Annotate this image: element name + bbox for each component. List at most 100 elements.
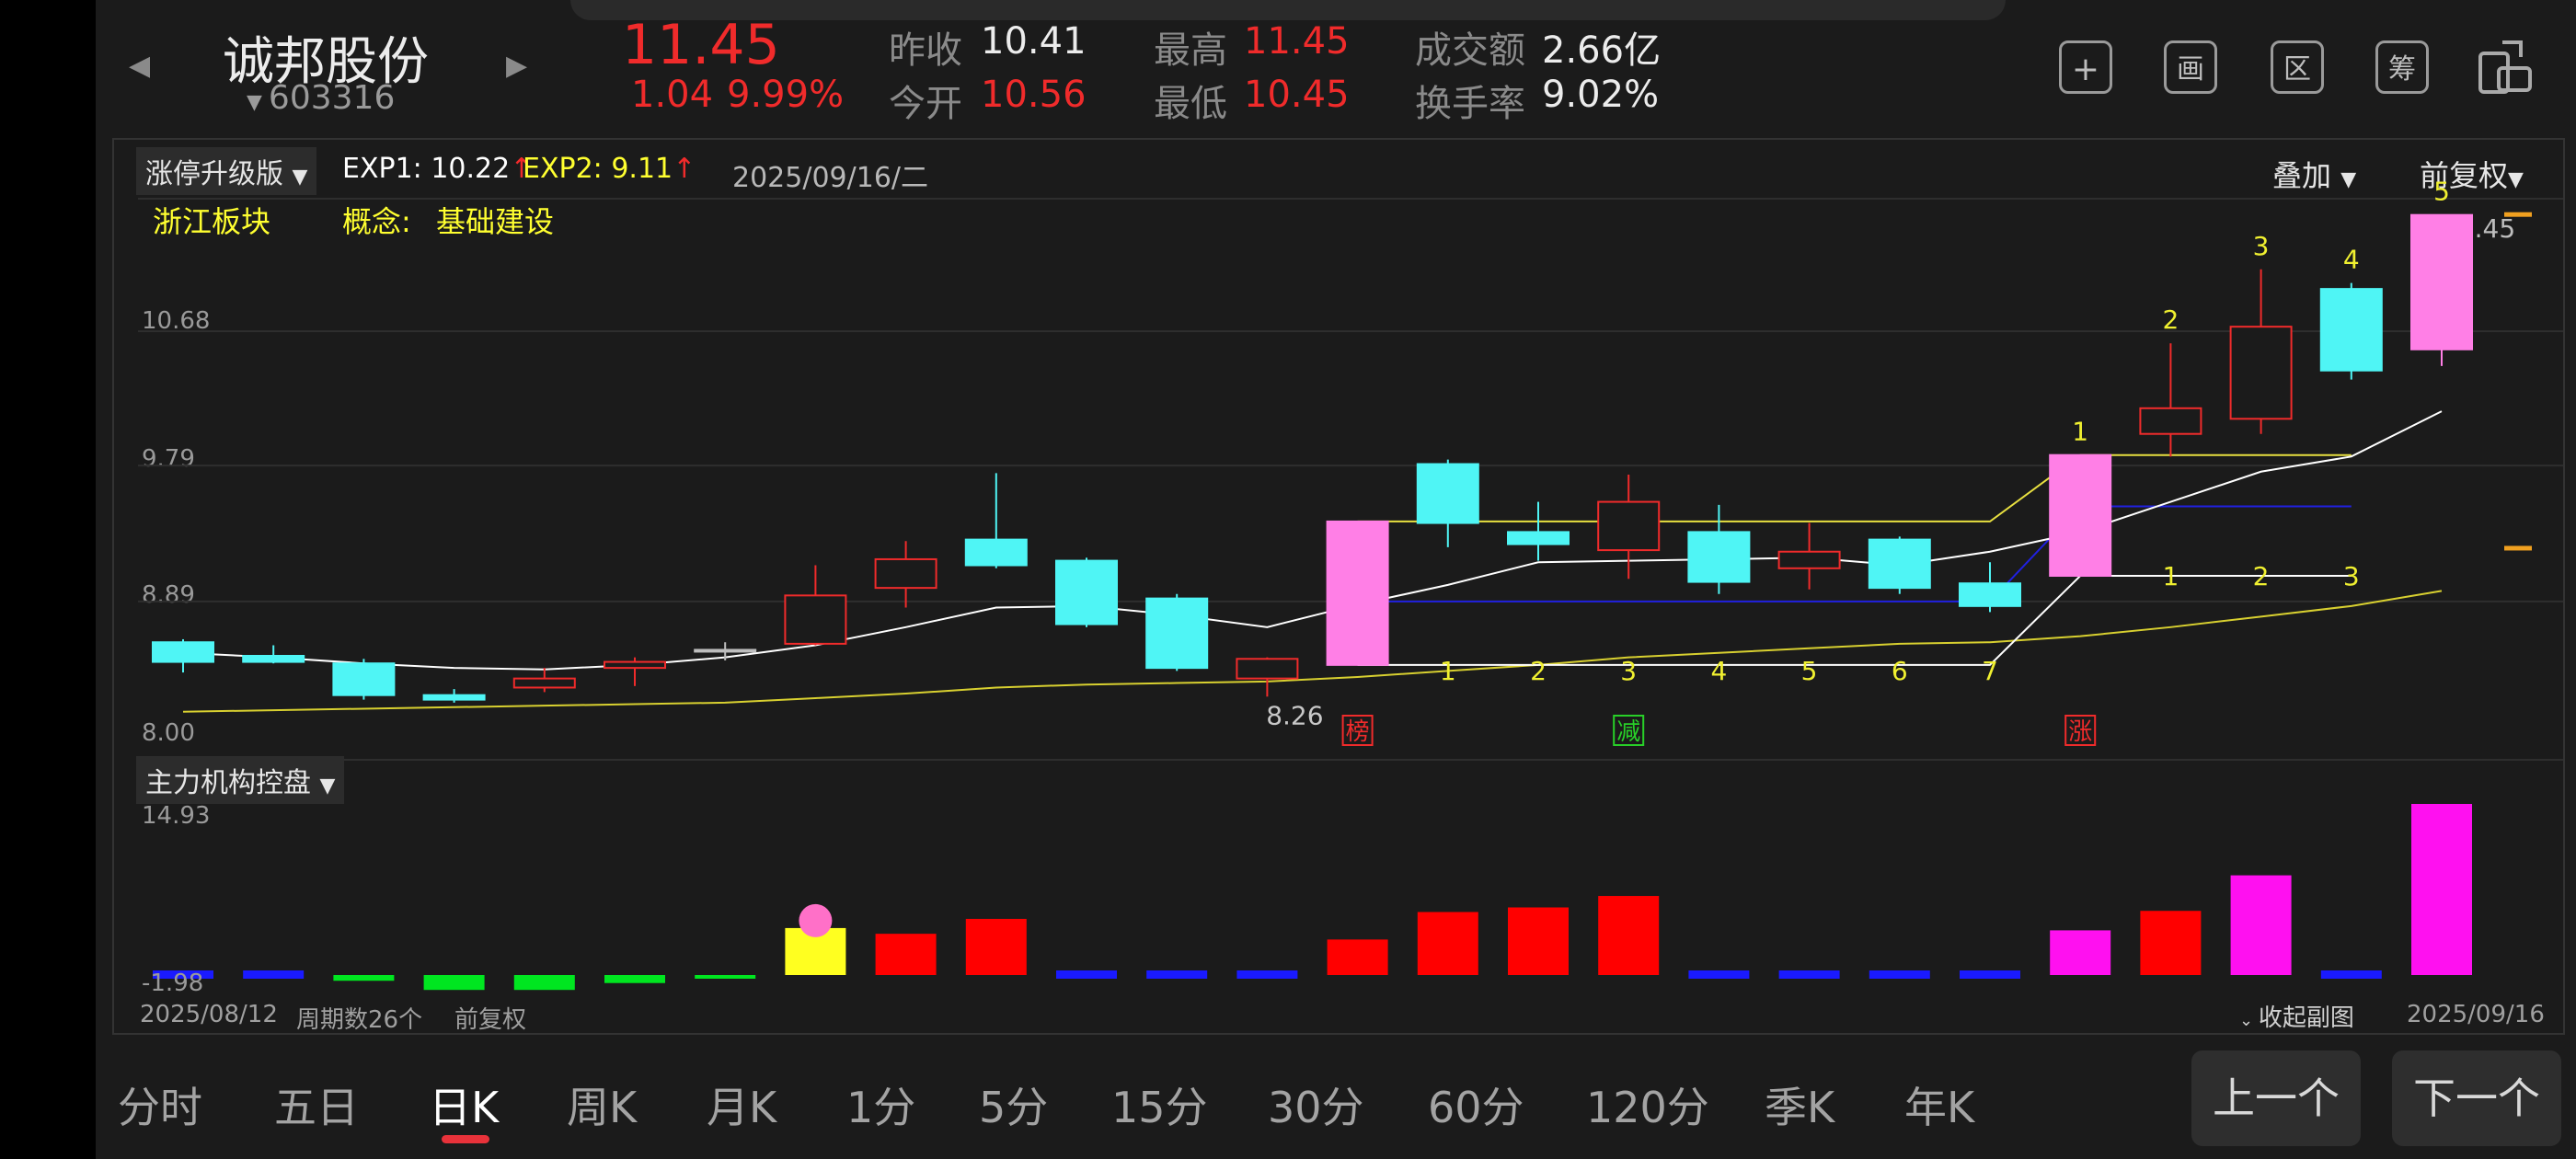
candle-body [964, 538, 1028, 567]
tab-period[interactable]: 月K [707, 1074, 776, 1135]
sub-bar [1960, 970, 2020, 979]
price-tick-marker [2504, 545, 2532, 551]
tab-period[interactable]: 分时 [118, 1074, 202, 1135]
candle-body [1959, 582, 2021, 607]
count-label: 1 [2072, 417, 2088, 447]
candle-body [2229, 326, 2293, 420]
gem-icon [799, 903, 833, 937]
sub-bar [2050, 930, 2111, 975]
sub-bar [1236, 970, 1298, 979]
ma-yellow-line [182, 590, 2443, 713]
prev-stock-button[interactable]: 上一个 [2191, 1050, 2361, 1146]
count-label: 4 [2343, 245, 2360, 275]
sub-bar [965, 918, 1027, 975]
sub-bar [695, 975, 756, 979]
sub-bar [423, 975, 485, 991]
sub-bar [2411, 804, 2472, 975]
candle-body [1597, 500, 1661, 552]
count-label: 1 [1440, 656, 1456, 686]
candle-body [2410, 213, 2473, 350]
candle-body [1326, 520, 1389, 666]
sub-ymin: -1.98 [142, 970, 204, 997]
count-label: 7 [1982, 656, 1998, 686]
tab-period[interactable]: 1分 [846, 1074, 915, 1135]
candle-body [1236, 658, 1299, 680]
candle-body [784, 594, 847, 645]
chevron-down-icon: ⌄ [2239, 1011, 2259, 1030]
tab-period[interactable]: 年K [1904, 1074, 1974, 1135]
count-label: 6 [1892, 656, 1908, 686]
sub-bar [1146, 970, 1208, 979]
marker-label: 涨 [2068, 718, 2092, 746]
tab-period[interactable]: 季K [1765, 1074, 1834, 1135]
candle-body [1868, 538, 1931, 590]
candle-body [2049, 453, 2112, 578]
candle-body [874, 557, 937, 590]
count-label: 1 [2162, 561, 2179, 591]
candlestick-chart: 1 2 3 4 5 6 7 1 2 3 1 2 3 4 5 8.26 榜 减 涨 [138, 177, 2563, 991]
tab-period[interactable]: 60分 [1428, 1074, 1524, 1135]
marker-label: 榜 [1346, 718, 1370, 746]
tab-period[interactable]: 30分 [1268, 1074, 1364, 1135]
end-date: 2025/09/16 [2407, 1001, 2545, 1028]
candle-body [2319, 288, 2383, 372]
sub-bar [513, 975, 575, 991]
sub-bar [2320, 970, 2382, 979]
candle-body [1416, 463, 1479, 524]
sub-bar [2230, 875, 2292, 975]
sub-bar [333, 975, 395, 981]
tab-period[interactable]: 120分 [1586, 1074, 1709, 1135]
sub-bar [1508, 907, 1569, 975]
count-label: 2 [1530, 656, 1547, 686]
candle-body [2139, 407, 2202, 435]
count-label: 2 [2162, 304, 2179, 335]
next-stock-button[interactable]: 下一个 [2392, 1050, 2561, 1146]
candle-body [422, 694, 486, 701]
sub-bar [1688, 970, 1750, 979]
sub-bar [1417, 912, 1478, 975]
active-tab-indicator [442, 1135, 489, 1143]
candle-body [694, 648, 757, 653]
start-date: 2025/08/12 [140, 1001, 278, 1028]
sub-bar [1778, 970, 1840, 979]
dropdown-icon: ▼ [319, 775, 336, 798]
count-label: 3 [2253, 231, 2270, 261]
sub-bar [1327, 939, 1388, 975]
candle-body [332, 662, 396, 696]
sub-bar [1869, 970, 1930, 979]
tab-period[interactable]: 周K [567, 1074, 637, 1135]
candle-body [1507, 531, 1570, 545]
low-price-label: 8.26 [1266, 700, 1323, 730]
tab-period[interactable]: 5分 [979, 1074, 1048, 1135]
sub-bar [1056, 970, 1117, 979]
marker-label: 减 [1616, 718, 1640, 746]
sub-ymax: 14.93 [142, 802, 211, 830]
sub-bar [604, 975, 665, 983]
count-label: 5 [2433, 177, 2450, 207]
count-label: 3 [1620, 656, 1637, 686]
sub-indicator-name: 主力机构控盘 [145, 767, 311, 799]
sub-bar [1598, 896, 1660, 975]
collapse-label: 收起副图 [2258, 1004, 2354, 1032]
candle-body [1145, 597, 1209, 670]
count-label: 3 [2343, 561, 2360, 591]
candle-body [242, 655, 305, 663]
sub-bar [875, 934, 937, 975]
candle-body [152, 641, 214, 663]
signal-line-white [1357, 575, 2352, 666]
count-label: 2 [2253, 561, 2270, 591]
price-tick-marker [2504, 212, 2532, 217]
count-label: 4 [1710, 656, 1727, 686]
period-count: 周期数26个 [296, 1006, 423, 1034]
tab-period-active[interactable]: 日K [429, 1074, 499, 1135]
tab-period[interactable]: 五日 [274, 1074, 359, 1135]
collapse-subchart-button[interactable]: ⌄ 收起副图 [2239, 999, 2354, 1033]
candle-body [1055, 559, 1118, 625]
sub-bar [243, 970, 305, 979]
sub-indicator-selector[interactable]: 主力机构控盘 ▼ [136, 756, 345, 804]
candle-body [512, 677, 576, 689]
sub-bar [2140, 911, 2202, 975]
candle-body [604, 660, 666, 670]
tab-period[interactable]: 15分 [1111, 1074, 1208, 1135]
footer-adjust: 前复权 [454, 1006, 527, 1034]
